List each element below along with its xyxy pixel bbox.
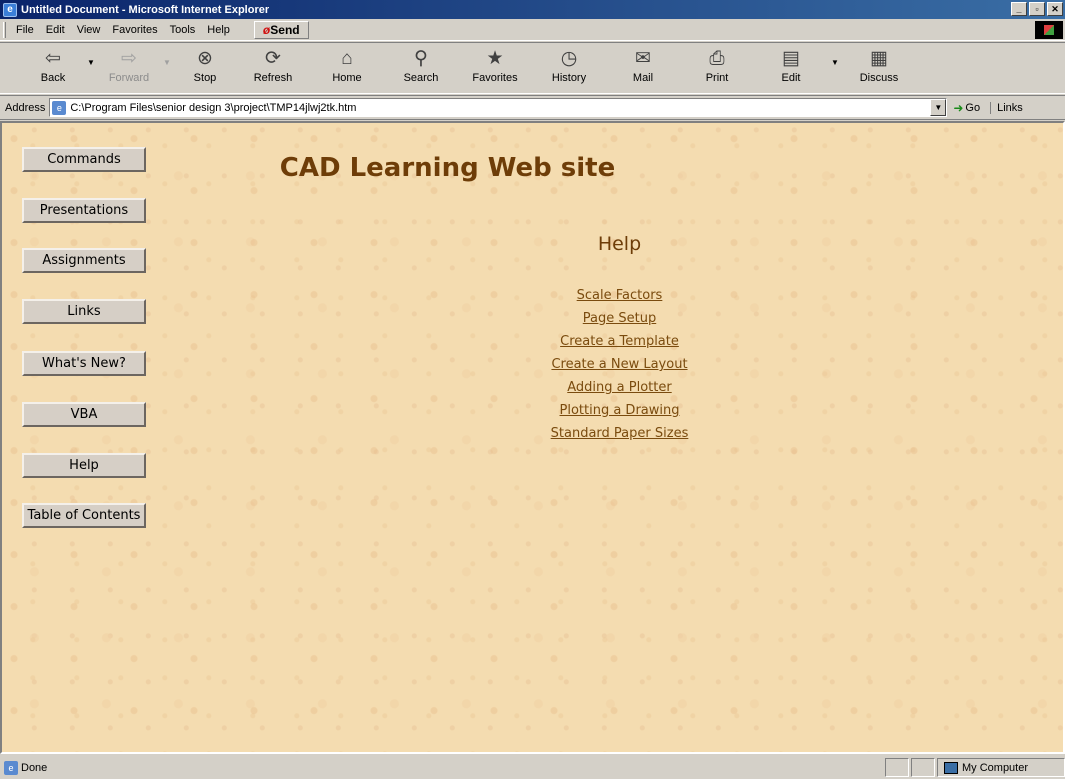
discuss-icon: ▦ [870, 48, 888, 69]
word-edit-icon: ▤ [782, 48, 800, 69]
menu-grip[interactable] [3, 21, 6, 38]
discuss-button[interactable]: ▦ Discuss [842, 46, 916, 84]
status-panel-1 [885, 758, 909, 777]
status-text: Done [21, 761, 48, 774]
window-title: Untitled Document - Microsoft Internet E… [21, 3, 270, 16]
maximize-button[interactable]: ▫ [1029, 2, 1045, 16]
back-button[interactable]: ⇦ Back [22, 46, 84, 84]
favorites-icon: ★ [486, 48, 504, 69]
zone-label: My Computer [962, 761, 1029, 774]
menu-edit[interactable]: Edit [40, 24, 71, 36]
forward-arrow-icon: ⇨ [121, 48, 137, 69]
nav-help-button[interactable]: Help [22, 453, 146, 478]
print-label: Print [705, 72, 729, 84]
page-title-text: CAD Learning Web site [279, 153, 616, 183]
page-icon: e [52, 100, 67, 115]
my-computer-icon [944, 761, 958, 774]
favorites-label: Favorites [472, 72, 518, 84]
help-link-page-setup[interactable]: Page Setup [583, 310, 656, 328]
menu-bar: File Edit View Favorites Tools Help øSen… [0, 19, 1065, 41]
forward-dropdown-icon[interactable]: ▼ [160, 58, 174, 67]
help-link-create-template[interactable]: Create a Template [560, 333, 679, 351]
edit-label: Edit [781, 72, 801, 84]
ie-icon: e [3, 2, 17, 17]
print-icon: ⎙ [709, 48, 725, 69]
go-arrow-icon: ➜ [953, 100, 964, 115]
history-label: History [551, 72, 587, 84]
help-link-plotting-drawing[interactable]: Plotting a Drawing [560, 402, 680, 420]
back-arrow-icon: ⇦ [45, 48, 61, 69]
history-button[interactable]: ◷ History [532, 46, 606, 84]
forward-button[interactable]: ⇨ Forward [98, 46, 160, 84]
go-button[interactable]: ➜ Go [953, 101, 980, 115]
mail-button[interactable]: ✉ Mail [606, 46, 680, 84]
stop-icon: ⊗ [197, 48, 213, 69]
address-bar: Address e C:\Program Files\senior design… [0, 95, 1065, 120]
favorites-button[interactable]: ★ Favorites [458, 46, 532, 84]
page-title: CAD Learning Web site [2, 153, 1063, 183]
address-dropdown-icon[interactable]: ▼ [930, 99, 947, 116]
menu-favorites[interactable]: Favorites [106, 24, 163, 36]
status-bar: e Done My Computer [0, 756, 1065, 779]
menu-file[interactable]: File [10, 24, 40, 36]
history-icon: ◷ [560, 48, 578, 69]
nav-presentations-button[interactable]: Presentations [22, 198, 146, 223]
edit-dropdown-icon[interactable]: ▼ [828, 58, 842, 67]
help-link-adding-plotter[interactable]: Adding a Plotter [567, 379, 671, 397]
go-label: Go [965, 101, 981, 114]
menu-help[interactable]: Help [201, 24, 236, 36]
refresh-label: Refresh [253, 72, 293, 84]
page-content: Commands Presentations Assignments Links… [0, 121, 1065, 754]
send-label: Send [270, 22, 300, 37]
edit-button[interactable]: ▤ Edit [754, 46, 828, 84]
address-label: Address [5, 101, 46, 114]
window-controls: _ ▫ ✕ [1011, 2, 1063, 16]
home-button[interactable]: ⌂ Home [310, 46, 384, 84]
help-heading-text: Help [597, 233, 642, 255]
refresh-button[interactable]: ⟳ Refresh [236, 46, 310, 84]
standard-toolbar: ⇦ Back ▼ ⇨ Forward ▼ ⊗ Stop ⟳ Refresh ⌂ … [0, 42, 1065, 94]
search-icon: ⚲ [414, 48, 428, 69]
mail-icon: ✉ [635, 48, 651, 69]
minimize-button[interactable]: _ [1011, 2, 1027, 16]
close-button[interactable]: ✕ [1047, 2, 1063, 16]
home-icon: ⌂ [341, 48, 353, 69]
refresh-icon: ⟳ [265, 48, 281, 69]
menu-tools[interactable]: Tools [164, 24, 202, 36]
nav-table-of-contents-button[interactable]: Table of Contents [22, 503, 146, 528]
stop-label: Stop [193, 72, 217, 84]
windows-logo-icon [1035, 21, 1063, 39]
help-link-list: Scale Factors Page Setup Create a Templa… [2, 287, 1063, 448]
status-page-icon: e [4, 760, 18, 775]
back-dropdown-icon[interactable]: ▼ [84, 58, 98, 67]
search-button[interactable]: ⚲ Search [384, 46, 458, 84]
help-link-create-new-layout[interactable]: Create a New Layout [551, 356, 687, 374]
send-button[interactable]: øSend [253, 20, 309, 39]
search-label: Search [403, 72, 439, 84]
title-bar: e Untitled Document - Microsoft Internet… [0, 0, 1065, 19]
help-link-scale-factors[interactable]: Scale Factors [577, 287, 663, 305]
print-button[interactable]: ⎙ Print [680, 46, 754, 84]
links-button[interactable]: Links [990, 101, 1023, 114]
address-input[interactable]: e C:\Program Files\senior design 3\proje… [49, 98, 948, 117]
back-label: Back [40, 72, 66, 84]
stop-button[interactable]: ⊗ Stop [174, 46, 236, 84]
security-zone: My Computer [937, 758, 1065, 777]
menu-view[interactable]: View [71, 24, 107, 36]
forward-label: Forward [108, 72, 150, 84]
home-label: Home [332, 72, 362, 84]
help-link-standard-paper-sizes[interactable]: Standard Paper Sizes [551, 425, 689, 443]
status-panel-2 [911, 758, 935, 777]
address-url: C:\Program Files\senior design 3\project… [70, 101, 357, 114]
mail-label: Mail [632, 72, 654, 84]
help-heading: Help [2, 233, 1063, 255]
discuss-label: Discuss [859, 72, 899, 84]
